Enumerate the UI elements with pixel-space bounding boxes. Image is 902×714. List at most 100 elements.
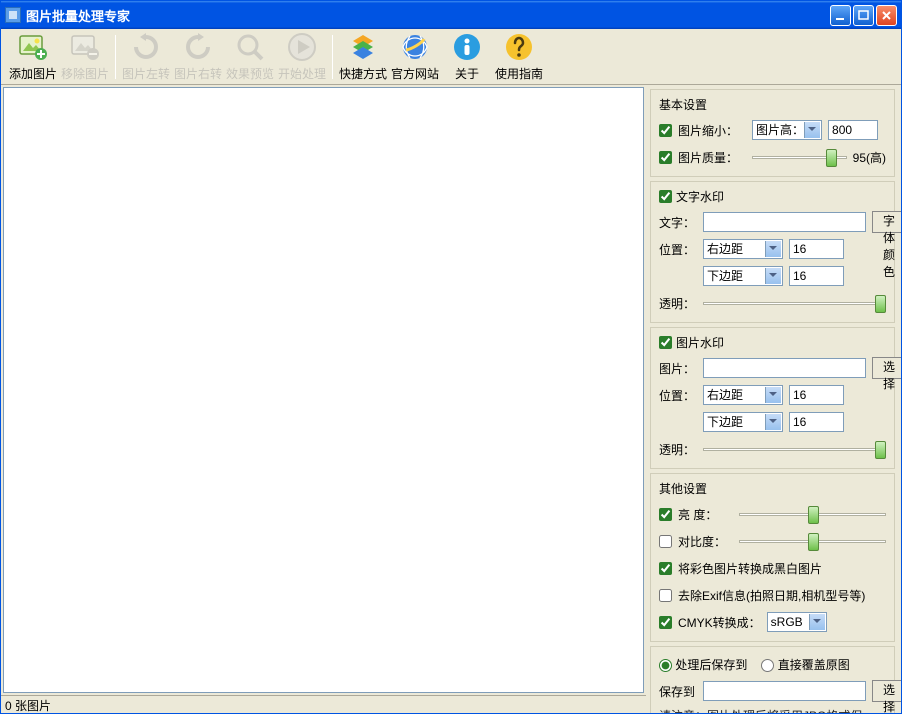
img-alpha-label: 透明：	[659, 441, 697, 458]
remove-image-label: 移除图片	[61, 65, 109, 82]
save-to-radio[interactable]	[659, 659, 672, 672]
cmyk-label: CMYK转换成：	[678, 614, 761, 631]
save-to-label: 处理后保存到	[675, 658, 747, 672]
shrink-label: 图片缩小：	[678, 122, 738, 139]
img-alpha-slider[interactable]	[703, 439, 886, 459]
start-icon	[286, 31, 318, 63]
save-path-select-button[interactable]: 选择	[872, 680, 901, 702]
text-watermark-title: 文字水印	[676, 188, 724, 205]
text-alpha-slider[interactable]	[703, 293, 886, 313]
content-area: 0 张图片 基本设置 图片缩小： 图片高：	[1, 85, 901, 713]
website-icon	[399, 31, 431, 63]
img-label: 图片：	[659, 360, 697, 377]
shortcut-icon	[347, 31, 379, 63]
img-pos-v-input[interactable]	[789, 412, 844, 432]
start-button: 开始处理	[276, 31, 328, 83]
shortcut-button[interactable]: 快捷方式	[337, 31, 389, 83]
save-path-input[interactable]	[703, 681, 866, 701]
remove-exif-checkbox[interactable]	[659, 589, 672, 602]
guide-button[interactable]: 使用指南	[493, 31, 545, 83]
watermark-image-input[interactable]	[703, 358, 866, 378]
text-pos-h-input[interactable]	[789, 239, 844, 259]
preview-icon	[234, 31, 266, 63]
quality-checkbox[interactable]	[659, 151, 672, 164]
shrink-value-input[interactable]	[828, 120, 878, 140]
other-settings-group: 其他设置 亮 度： 对比度： 将彩色图片转	[650, 473, 895, 642]
about-icon	[451, 31, 483, 63]
right-panel: 基本设置 图片缩小： 图片高： 图片质量：	[646, 85, 901, 713]
preview-button: 效果预览	[224, 31, 276, 83]
text-pos-v-select[interactable]: 下边距	[703, 266, 783, 286]
remove-exif-label: 去除Exif信息(拍照日期,相机型号等)	[678, 587, 865, 604]
text-watermark-checkbox[interactable]	[659, 190, 672, 203]
img-pos-v-select[interactable]: 下边距	[703, 412, 783, 432]
overwrite-label: 直接覆盖原图	[778, 658, 850, 672]
overwrite-radio[interactable]	[761, 659, 774, 672]
titlebar: 图片批量处理专家	[1, 1, 901, 29]
contrast-label: 对比度：	[678, 533, 733, 550]
rotate-right-label: 图片右转	[174, 65, 222, 82]
image-list[interactable]	[3, 87, 644, 693]
window-controls	[830, 5, 897, 26]
maximize-button[interactable]	[853, 5, 874, 26]
output-note: 请注意：图片处理后将采用JPG格式保存。	[659, 707, 886, 713]
output-group: 处理后保存到 直接覆盖原图 保存到 选择 请注意：图片处理后将采用JPG格式保存…	[650, 646, 895, 713]
website-button[interactable]: 官方网站	[389, 31, 441, 83]
font-color-button[interactable]: 字体颜色	[872, 211, 901, 233]
about-label: 关于	[455, 65, 479, 82]
text-position-label: 位置：	[659, 241, 697, 258]
shortcut-label: 快捷方式	[339, 65, 387, 82]
app-window: 图片批量处理专家 添加图片 移除图片 图片左转	[0, 0, 902, 714]
contrast-checkbox[interactable]	[659, 535, 672, 548]
remove-image-icon	[69, 31, 101, 63]
text-alpha-label: 透明：	[659, 295, 697, 312]
rotate-left-icon	[130, 31, 162, 63]
shrink-checkbox[interactable]	[659, 124, 672, 137]
quality-value: 95(高)	[853, 149, 886, 166]
cmyk-checkbox[interactable]	[659, 616, 672, 629]
other-settings-title: 其他设置	[659, 480, 707, 497]
rotate-left-label: 图片左转	[122, 65, 170, 82]
cmyk-select[interactable]: sRGB	[767, 612, 827, 632]
window-title: 图片批量处理专家	[26, 6, 830, 25]
text-label: 文字：	[659, 214, 697, 231]
toolbar: 添加图片 移除图片 图片左转 图片右转 效果预览	[1, 29, 901, 85]
add-image-label: 添加图片	[9, 65, 57, 82]
basic-settings-title: 基本设置	[659, 96, 707, 113]
close-button[interactable]	[876, 5, 897, 26]
to-bw-label: 将彩色图片转换成黑白图片	[678, 560, 822, 577]
left-panel: 0 张图片	[1, 85, 646, 713]
basic-settings-group: 基本设置 图片缩小： 图片高： 图片质量：	[650, 89, 895, 177]
img-pos-h-select[interactable]: 右边距	[703, 385, 783, 405]
img-pos-h-input[interactable]	[789, 385, 844, 405]
guide-label: 使用指南	[495, 65, 543, 82]
brightness-checkbox[interactable]	[659, 508, 672, 521]
minimize-button[interactable]	[830, 5, 851, 26]
save-to-radio-wrap[interactable]: 处理后保存到	[659, 656, 747, 673]
status-bar: 0 张图片	[1, 695, 646, 713]
shrink-mode-select[interactable]: 图片高：	[752, 120, 822, 140]
quality-slider[interactable]	[752, 147, 847, 167]
watermark-image-select-button[interactable]: 选择	[872, 357, 901, 379]
text-pos-v-input[interactable]	[789, 266, 844, 286]
rotate-left-button: 图片左转	[120, 31, 172, 83]
add-image-button[interactable]: 添加图片	[7, 31, 59, 83]
guide-icon	[503, 31, 535, 63]
status-count: 0 张图片	[5, 699, 51, 713]
quality-label: 图片质量：	[678, 149, 738, 166]
about-button[interactable]: 关于	[441, 31, 493, 83]
text-pos-h-select[interactable]: 右边距	[703, 239, 783, 259]
image-watermark-title: 图片水印	[676, 334, 724, 351]
to-bw-checkbox[interactable]	[659, 562, 672, 575]
rotate-right-button: 图片右转	[172, 31, 224, 83]
rotate-right-icon	[182, 31, 214, 63]
add-image-icon	[17, 31, 49, 63]
toolbar-separator	[332, 35, 333, 79]
contrast-slider[interactable]	[739, 531, 886, 551]
image-watermark-checkbox[interactable]	[659, 336, 672, 349]
start-label: 开始处理	[278, 65, 326, 82]
watermark-text-input[interactable]	[703, 212, 866, 232]
remove-image-button: 移除图片	[59, 31, 111, 83]
overwrite-radio-wrap[interactable]: 直接覆盖原图	[761, 656, 849, 673]
brightness-slider[interactable]	[739, 504, 886, 524]
